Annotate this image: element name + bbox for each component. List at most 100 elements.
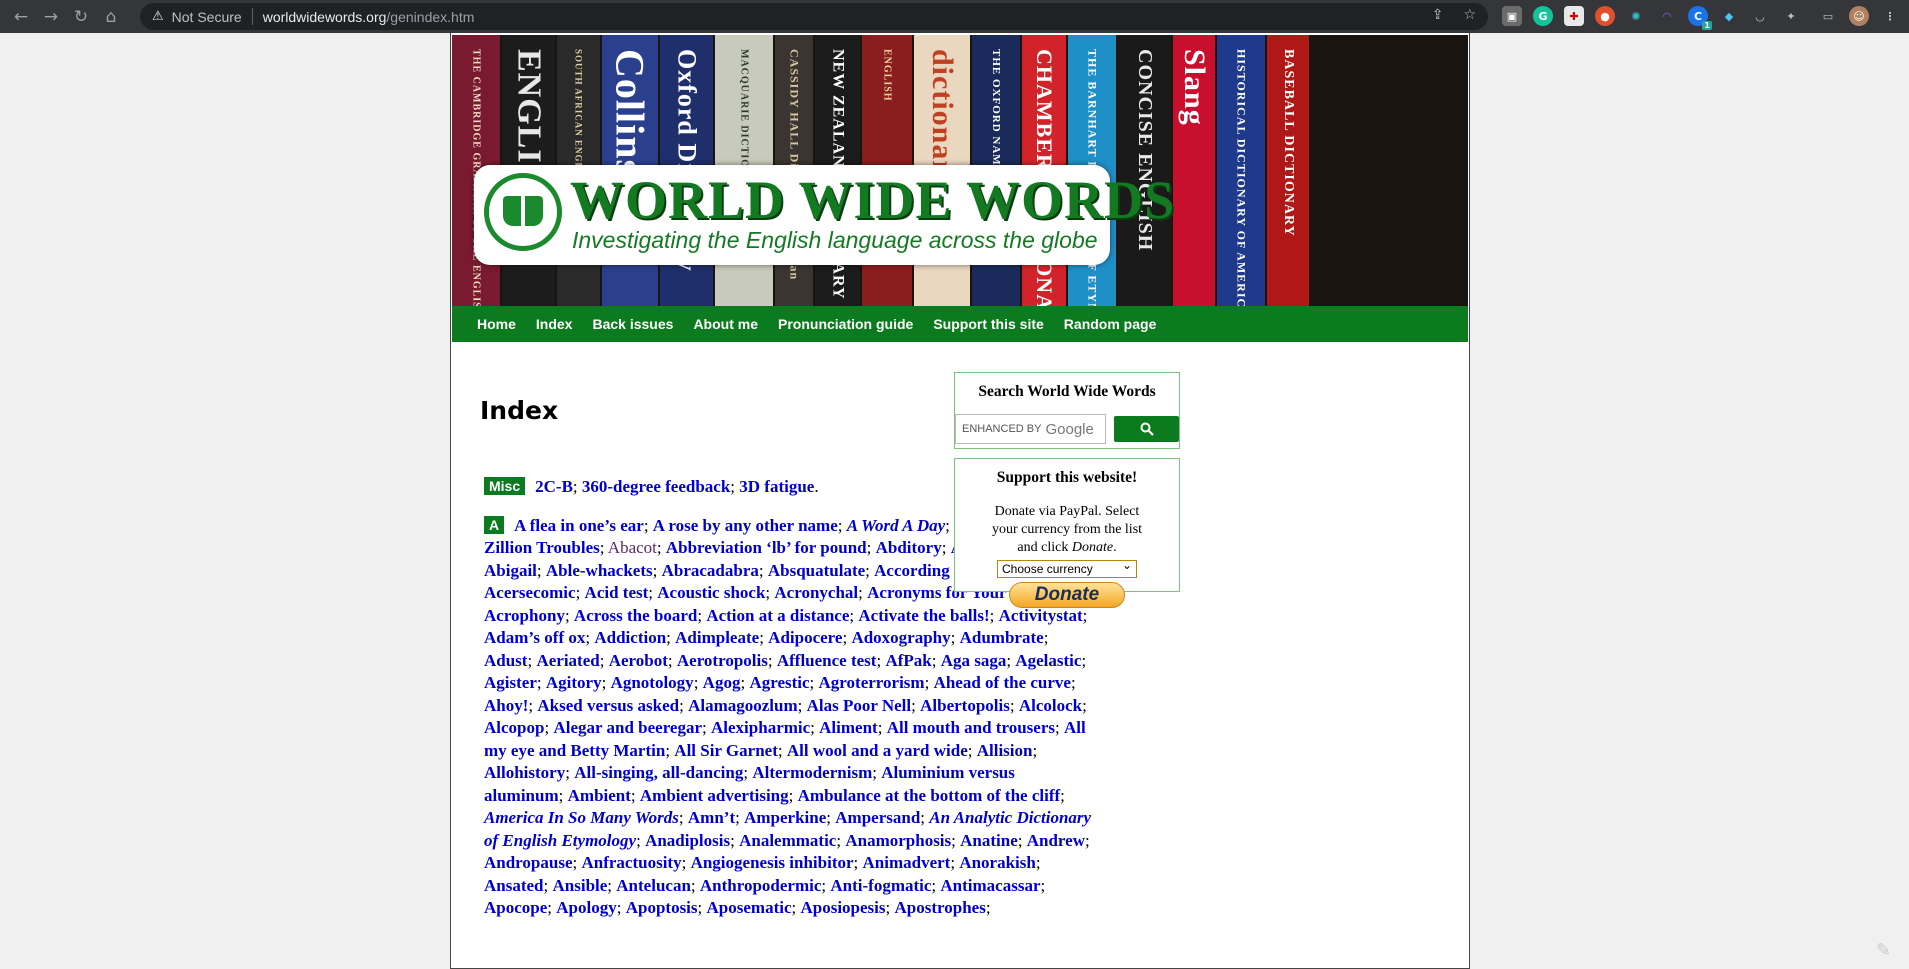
index-entry-link[interactable]: Albertopolis: [920, 696, 1010, 715]
index-entry-link[interactable]: Abigail: [484, 561, 537, 580]
index-entry-link[interactable]: Adimpleate: [675, 628, 759, 647]
currency-select[interactable]: Choose currency: [997, 557, 1137, 578]
index-entry-link[interactable]: Anatine: [960, 831, 1018, 850]
site-logo[interactable]: WORLD WIDE WORDS Investigating the Engli…: [474, 165, 1174, 265]
nav-support-this-site[interactable]: Support this site: [933, 316, 1043, 332]
index-entry-link[interactable]: Aposiopesis: [800, 898, 885, 917]
index-entry-link[interactable]: Agnotology: [611, 673, 694, 692]
index-entry-link[interactable]: Apostrophes: [895, 898, 986, 917]
index-entry-link[interactable]: Anfractuosity: [581, 853, 681, 872]
index-entry-link[interactable]: A rose by any other name: [653, 516, 838, 535]
index-entry-link[interactable]: Activate the balls!: [858, 606, 989, 625]
index-entry-link[interactable]: Able-whackets: [546, 561, 653, 580]
index-entry-link[interactable]: Abbreviation ‘lb’ for pound: [666, 538, 867, 557]
diamond-extension-icon[interactable]: ◆: [1719, 6, 1739, 26]
index-entry-link[interactable]: Aeriated: [536, 651, 599, 670]
bookmark-star-icon[interactable]: ☆: [1463, 7, 1476, 23]
index-entry-link[interactable]: All mouth and trousers: [887, 718, 1055, 737]
index-entry-link[interactable]: Altermodernism: [752, 763, 872, 782]
nav-pronunciation-guide[interactable]: Pronunciation guide: [778, 316, 913, 332]
back-arrow-icon[interactable]: ←: [6, 2, 36, 32]
index-entry-link[interactable]: Allision: [977, 741, 1033, 760]
index-entry-link[interactable]: Agog: [703, 673, 741, 692]
index-entry-link[interactable]: Animadvert: [863, 853, 951, 872]
index-entry-link[interactable]: 2C-B: [535, 477, 573, 496]
index-entry-link[interactable]: Agister: [484, 673, 537, 692]
donate-button[interactable]: Donate: [1009, 582, 1125, 608]
index-entry-link[interactable]: Acrophony: [484, 606, 565, 625]
plus-extension-icon[interactable]: ✚: [1564, 6, 1584, 26]
index-entry-link[interactable]: Amn’t: [688, 808, 735, 827]
index-entry-link[interactable]: Acoustic shock: [657, 583, 765, 602]
index-entry-link[interactable]: Agitory: [546, 673, 602, 692]
index-entry-link[interactable]: Anorakish: [959, 853, 1036, 872]
index-entry-link[interactable]: Acronychal: [774, 583, 858, 602]
atom-extension-icon[interactable]: ✺: [1626, 6, 1646, 26]
index-entry-link[interactable]: Alcopop: [484, 718, 544, 737]
screenshot-extension-icon[interactable]: ▣: [1502, 6, 1522, 26]
index-entry-link[interactable]: Alexipharmic: [711, 718, 810, 737]
nav-back-issues[interactable]: Back issues: [592, 316, 673, 332]
site-banner[interactable]: BASEBALL DICTIONARY HISTORICAL DICTIONARY…: [452, 35, 1468, 306]
profile-avatar[interactable]: ☺: [1849, 6, 1869, 26]
index-entry-link[interactable]: Alegar and beeregar: [553, 718, 702, 737]
index-entry-link[interactable]: Affluence test: [777, 651, 877, 670]
nav-random-page[interactable]: Random page: [1064, 316, 1157, 332]
index-entry-link[interactable]: Activitystat: [999, 606, 1083, 625]
index-entry-link[interactable]: Adoxography: [851, 628, 950, 647]
index-entry-link[interactable]: Across the board: [574, 606, 697, 625]
index-entry-link[interactable]: Alcolock: [1019, 696, 1082, 715]
cast-icon[interactable]: ▭: [1818, 6, 1838, 26]
index-entry-link[interactable]: Andropause: [484, 853, 573, 872]
index-entry-link[interactable]: 3D fatigue: [739, 477, 814, 496]
index-entry-link[interactable]: Action at a distance: [706, 606, 849, 625]
index-entry-link[interactable]: Anthropodermic: [700, 876, 822, 895]
index-entry-link[interactable]: Allohistory: [484, 763, 565, 782]
index-entry-link[interactable]: Aerobot: [609, 651, 668, 670]
index-entry-link[interactable]: Aerotropolis: [677, 651, 768, 670]
index-entry-link[interactable]: Abacot: [608, 538, 657, 557]
search-button[interactable]: [1114, 416, 1179, 442]
menu-kebab-icon[interactable]: ⋮: [1880, 6, 1900, 26]
nav-about-me[interactable]: About me: [693, 316, 758, 332]
index-entry-link[interactable]: Anadiplosis: [645, 831, 730, 850]
index-entry-link[interactable]: All Sir Garnet: [674, 741, 778, 760]
pen-icon[interactable]: ✎: [1876, 940, 1896, 961]
index-entry-link[interactable]: Aksed versus asked: [537, 696, 679, 715]
index-entry-link[interactable]: Ampersand: [835, 808, 920, 827]
index-entry-link[interactable]: Adumbrate: [960, 628, 1044, 647]
index-entry-link[interactable]: Ambulance at the bottom of the cliff: [798, 786, 1061, 805]
index-entry-link[interactable]: All wool and a yard wide: [787, 741, 968, 760]
index-entry-link[interactable]: Aga saga: [941, 651, 1007, 670]
index-entry-link[interactable]: A flea in one’s ear: [514, 516, 644, 535]
index-entry-link[interactable]: Ambient: [568, 786, 631, 805]
arc-extension-icon[interactable]: ◠: [1657, 6, 1677, 26]
index-entry-link[interactable]: Abracadabra: [662, 561, 759, 580]
index-entry-link[interactable]: All-singing, all-dancing: [574, 763, 743, 782]
nav-home[interactable]: Home: [477, 316, 516, 332]
forward-arrow-icon[interactable]: →: [36, 2, 66, 32]
index-entry-link[interactable]: Alamagoozlum: [688, 696, 798, 715]
index-entry-link[interactable]: Addiction: [594, 628, 666, 647]
index-entry-link[interactable]: Ahoy!: [484, 696, 528, 715]
index-entry-link[interactable]: Abditory: [876, 538, 942, 557]
index-entry-link[interactable]: Ansated: [484, 876, 544, 895]
index-entry-link[interactable]: Agrestic: [749, 673, 809, 692]
index-entry-link[interactable]: Apocope: [484, 898, 547, 917]
index-entry-link[interactable]: AfPak: [885, 651, 931, 670]
index-entry-link[interactable]: Antimacassar: [940, 876, 1040, 895]
index-entry-link[interactable]: Ahead of the curve: [934, 673, 1071, 692]
index-entry-link[interactable]: Amperkine: [744, 808, 826, 827]
index-entry-link[interactable]: Apoptosis: [626, 898, 698, 917]
address-bar[interactable]: ⚠ Not Secure worldwidewords.org/genindex…: [140, 3, 1488, 30]
home-icon[interactable]: ⌂: [96, 2, 126, 32]
index-entry-link[interactable]: America In So Many Words: [484, 808, 679, 827]
index-entry-link[interactable]: Agroterrorism: [819, 673, 925, 692]
pocket-extension-icon[interactable]: ◡: [1750, 6, 1770, 26]
nav-index[interactable]: Index: [536, 316, 573, 332]
index-entry-link[interactable]: Aposematic: [707, 898, 792, 917]
index-entry-link[interactable]: Alas Poor Nell: [807, 696, 912, 715]
index-entry-link[interactable]: Apology: [556, 898, 616, 917]
index-entry-link[interactable]: Adam’s off ox: [484, 628, 585, 647]
index-entry-link[interactable]: Acid test: [585, 583, 649, 602]
